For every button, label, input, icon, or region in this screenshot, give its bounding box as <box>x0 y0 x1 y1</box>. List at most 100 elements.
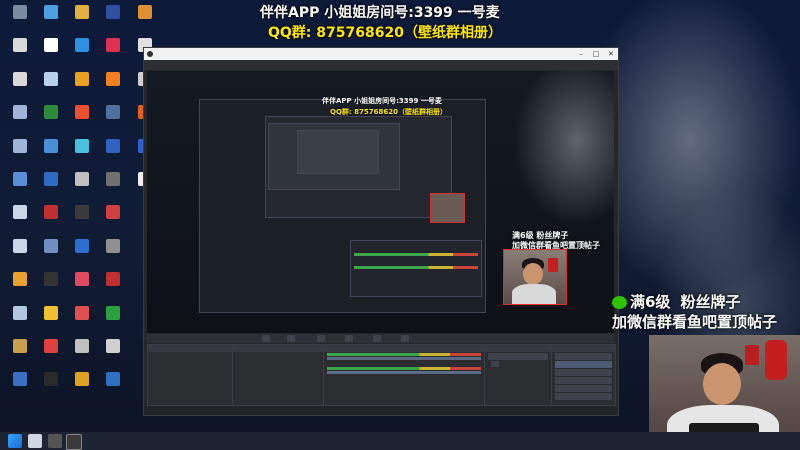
maximize-button[interactable]: □ <box>589 48 603 60</box>
scene-properties-button[interactable] <box>262 335 270 342</box>
desktop-icon-glyph <box>13 105 27 120</box>
scene-tab-d[interactable] <box>401 335 409 342</box>
scene-tab-b[interactable] <box>345 335 353 342</box>
overlay-wechat-group-text: 加微信群看鱼吧置顶帖子 <box>612 313 778 331</box>
desktop-icon[interactable] <box>95 103 131 139</box>
desktop-background: 伴伴APP 小姐姐房间号:3399 一号麦 QQ群: 875768620（壁纸群… <box>0 0 800 450</box>
scenes-dock-header <box>148 345 232 352</box>
close-button[interactable]: ✕ <box>604 48 618 60</box>
task-view-icon[interactable] <box>48 434 62 448</box>
nested-obs-preview-inner <box>297 130 379 174</box>
desktop-icon-glyph <box>106 238 120 253</box>
desktop-icon[interactable] <box>95 70 131 106</box>
settings-button[interactable] <box>555 385 612 392</box>
obs-window[interactable]: – □ ✕ 伴伴APP 小姐姐房间号:3399 一号麦 QQ群: 8757686… <box>143 47 619 416</box>
virtual-camera-button[interactable] <box>555 369 612 376</box>
desktop-icon[interactable] <box>95 237 131 273</box>
desktop-icon-glyph <box>13 172 27 186</box>
desktop-icon-glyph <box>106 172 120 186</box>
desktop-icon[interactable] <box>127 3 163 39</box>
obs-title-bar[interactable]: – □ ✕ <box>144 48 618 60</box>
desktop-icon-glyph <box>13 205 27 220</box>
desktop-icon-glyph <box>13 339 27 353</box>
nested-audio-mixer <box>350 240 482 297</box>
desktop-icon-glyph <box>106 205 120 220</box>
exit-button[interactable] <box>555 393 612 400</box>
start-menu-icon[interactable] <box>8 434 22 448</box>
transition-duration-row <box>485 361 551 368</box>
desktop-icon-glyph <box>44 172 58 186</box>
desktop-icon[interactable] <box>95 304 131 340</box>
search-icon[interactable] <box>28 434 42 448</box>
windows-taskbar <box>0 432 800 450</box>
obs-menu-bar <box>144 60 618 70</box>
audio-mixer-dock <box>323 344 485 406</box>
desktop-icon[interactable] <box>95 270 131 306</box>
start-streaming-button[interactable] <box>555 353 612 360</box>
desktop-icon[interactable] <box>95 203 131 239</box>
desktop-icon-glyph <box>13 38 27 53</box>
desktop-icon[interactable] <box>95 3 131 39</box>
desktop-icon-glyph <box>75 205 89 220</box>
obs-app-icon <box>147 51 153 57</box>
mixer-track-2-fader[interactable] <box>327 371 481 374</box>
overlay-fan-badge-text: 粉丝牌子 <box>680 293 741 311</box>
obs-taskbar-icon[interactable] <box>66 434 82 450</box>
desktop-icon-glyph <box>44 38 58 53</box>
preview-watermark-b: 粉丝牌子 <box>536 231 569 240</box>
mixer-track-1-fader[interactable] <box>327 357 481 360</box>
preview-content: 伴伴APP 小姐姐房间号:3399 一号麦 QQ群: 875768620（壁纸群… <box>147 71 614 333</box>
studio-mode-button[interactable] <box>555 377 612 384</box>
obs-status-bar <box>144 407 618 415</box>
scene-filters-button[interactable] <box>287 335 295 342</box>
desktop-icon-glyph <box>13 238 27 253</box>
desktop-icon-glyph <box>75 138 89 153</box>
desktop-icon[interactable] <box>95 337 131 373</box>
desktop-icon-glyph <box>106 105 120 120</box>
stop-recording-button[interactable] <box>555 361 612 368</box>
preview-banner-line2: QQ群: 875768620（壁纸群相册） <box>330 108 447 116</box>
stream-banner-line2: QQ群: 875768620（壁纸群相册） <box>268 25 502 41</box>
desktop-icon-glyph <box>75 172 89 186</box>
scenes-dock <box>147 344 233 406</box>
desktop-icon-glyph <box>44 71 58 86</box>
desktop-icon-glyph <box>75 372 89 387</box>
nested-webcam-thumbnail <box>430 193 465 223</box>
scene-tab-c[interactable] <box>373 335 381 342</box>
desktop-icon-glyph <box>75 339 89 353</box>
transition-type-select[interactable] <box>488 353 548 360</box>
desktop-icon-glyph <box>75 238 89 253</box>
desktop-icon[interactable] <box>95 370 131 406</box>
desktop-icon[interactable] <box>95 137 131 173</box>
obs-preview-canvas[interactable]: 伴伴APP 小姐姐房间号:3399 一号麦 QQ群: 875768620（壁纸群… <box>147 71 614 333</box>
desktop-icon-glyph <box>44 305 58 320</box>
desktop-icon-glyph <box>44 372 58 387</box>
controls-header <box>552 345 615 352</box>
controls-dock <box>551 344 616 406</box>
minimize-button[interactable]: – <box>574 48 588 60</box>
desktop-icon-glyph <box>106 71 120 86</box>
transitions-header <box>485 345 551 352</box>
desktop-icon-glyph <box>75 5 89 19</box>
desktop-icon-glyph <box>44 339 58 353</box>
desktop-icon[interactable] <box>95 36 131 72</box>
scene-tab-a[interactable] <box>317 335 325 342</box>
desktop-icon-glyph <box>75 272 89 287</box>
nested-mixer-bar-1 <box>354 253 478 256</box>
preview-watermark: 满6级 粉丝牌子 加微信群看鱼吧置顶帖子 <box>512 231 600 251</box>
nested-mixer-bar-2 <box>354 266 478 269</box>
desktop-icon-glyph <box>106 38 120 53</box>
audio-mixer-header <box>324 345 484 352</box>
desktop-icon-glyph <box>106 339 120 353</box>
desktop-icon-glyph <box>44 272 58 287</box>
preview-banner-line1: 伴伴APP 小姐姐房间号:3399 一号麦 <box>322 97 442 105</box>
transition-duration-input[interactable] <box>491 361 499 367</box>
desktop-icon-glyph <box>44 5 58 19</box>
desktop-icon-glyph <box>106 272 120 287</box>
stream-banner-line1: 伴伴APP 小姐姐房间号:3399 一号麦 <box>260 5 500 21</box>
desktop-icon[interactable] <box>95 170 131 206</box>
overlay-level-text: 满6级 <box>630 293 671 311</box>
wechat-icon <box>612 296 627 309</box>
streamer-face <box>703 363 741 405</box>
scene-bar <box>147 334 614 343</box>
